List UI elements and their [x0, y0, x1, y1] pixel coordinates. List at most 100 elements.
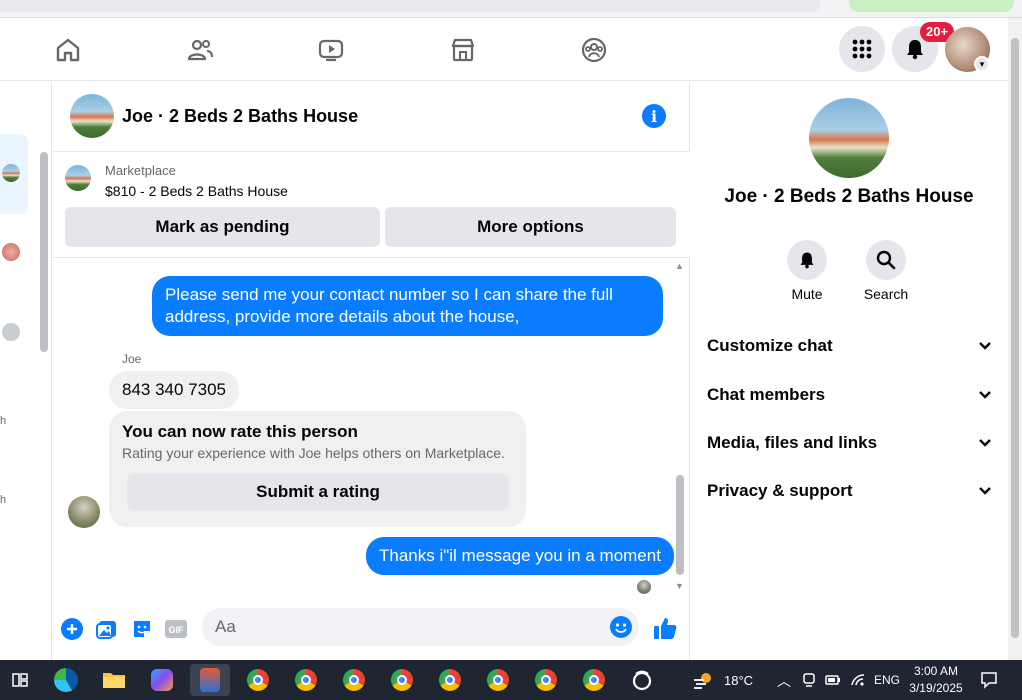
clock-date: 3/19/2025	[909, 681, 963, 695]
active-app-icon[interactable]	[190, 664, 230, 696]
marketplace-icon[interactable]	[445, 32, 481, 68]
marketplace-label: Marketplace	[105, 163, 176, 178]
chrome-icon[interactable]	[478, 664, 518, 696]
mark-as-pending-button[interactable]: Mark as pending	[65, 207, 380, 247]
rate-card-subtitle: Rating your experience with Joe helps ot…	[122, 445, 505, 461]
submit-rating-button[interactable]: Submit a rating	[127, 474, 509, 510]
rate-card-title: You can now rate this person	[122, 422, 358, 441]
media-files-links-row[interactable]: Media, files and links	[707, 427, 992, 459]
conversation-pane: Joe · 2 Beds 2 Baths House i Marketplace…	[53, 82, 690, 660]
copilot-icon[interactable]	[142, 664, 182, 696]
weather-temperature[interactable]: 18°C	[724, 673, 753, 688]
chrome-icon[interactable]	[286, 664, 326, 696]
chrome-icon[interactable]	[430, 664, 470, 696]
conversation-info-panel: Joe · 2 Beds 2 Baths House Mute Search C…	[690, 82, 1008, 660]
chat-avatar[interactable]	[2, 243, 20, 261]
battery-icon[interactable]	[820, 664, 846, 696]
sender-avatar[interactable]	[68, 496, 100, 528]
thumbs-up-icon[interactable]	[652, 615, 678, 641]
language-indicator[interactable]: ENG	[874, 673, 900, 687]
page-scrollbar[interactable]	[1008, 18, 1022, 660]
bell-icon	[907, 40, 923, 60]
home-icon[interactable]	[50, 32, 86, 68]
scroll-up-arrow-icon[interactable]: ▲	[675, 261, 684, 271]
windows-taskbar: 18°C ︿ ENG 3:00 AM 3/19/2025	[0, 660, 1022, 700]
file-explorer-icon[interactable]	[94, 664, 134, 696]
chrome-icon[interactable]	[334, 664, 374, 696]
conversation-profile-avatar[interactable]	[809, 98, 889, 178]
chevron-down-icon[interactable]: ▾	[974, 56, 990, 72]
listing-title[interactable]: $810 - 2 Beds 2 Baths House	[105, 183, 288, 199]
weather-icon[interactable]	[684, 664, 724, 696]
chevron-down-icon	[978, 336, 992, 356]
gif-label: GIF	[169, 625, 185, 635]
meet-icon[interactable]	[796, 664, 822, 696]
customize-chat-label: Customize chat	[707, 336, 833, 355]
chat-avatar[interactable]	[2, 164, 20, 182]
chevron-down-icon	[978, 385, 992, 405]
outgoing-message[interactable]: Please send me your contact number so I …	[152, 276, 663, 336]
chrome-icon[interactable]	[526, 664, 566, 696]
gif-icon[interactable]: GIF	[165, 618, 187, 640]
truncated-text: h	[0, 415, 7, 427]
chevron-down-icon	[978, 433, 992, 453]
mute-button[interactable]: Mute	[777, 240, 837, 302]
mute-label: Mute	[791, 286, 823, 302]
conversation-title[interactable]: Joe · 2 Beds 2 Baths House	[122, 106, 358, 127]
wifi-icon[interactable]	[845, 664, 871, 696]
notification-center-icon[interactable]	[976, 664, 1002, 696]
info-icon[interactable]: i	[642, 104, 666, 128]
message-list: Please send me your contact number so I …	[53, 258, 690, 598]
conversation-header: Joe · 2 Beds 2 Baths House i	[53, 82, 690, 152]
watch-icon[interactable]	[313, 32, 349, 68]
sender-name: Joe	[122, 352, 142, 366]
emoji-icon[interactable]	[610, 616, 632, 638]
conversation-avatar[interactable]	[70, 94, 114, 138]
message-input-container	[202, 608, 639, 646]
message-input[interactable]	[202, 608, 582, 646]
chat-members-row[interactable]: Chat members	[707, 379, 992, 411]
outgoing-message[interactable]: Thanks i"il message you in a moment	[366, 537, 674, 575]
truncated-text: h	[0, 494, 7, 506]
chat-members-label: Chat members	[707, 385, 826, 404]
chevron-up-icon[interactable]: ︿	[777, 671, 791, 691]
bell-icon	[787, 240, 827, 280]
search-conversation-button[interactable]: Search	[856, 240, 916, 302]
message-scrollbar-thumb[interactable]	[676, 475, 684, 575]
address-bar-edge	[0, 0, 820, 12]
default-avatar-icon[interactable]	[2, 323, 20, 341]
incoming-message[interactable]: 843 340 7305	[109, 371, 239, 409]
read-receipt-avatar	[637, 580, 651, 594]
media-files-links-label: Media, files and links	[707, 433, 878, 452]
plus-icon[interactable]	[61, 618, 83, 640]
search-icon	[866, 240, 906, 280]
photo-icon[interactable]	[96, 618, 118, 640]
profile-pill[interactable]	[849, 0, 1014, 12]
search-label: Search	[863, 286, 909, 302]
groups-icon[interactable]	[576, 32, 612, 68]
circle-app-icon[interactable]	[622, 664, 662, 696]
chat-list-scrollbar[interactable]	[40, 152, 48, 352]
menu-grid-button[interactable]	[839, 26, 885, 72]
task-view-icon[interactable]	[0, 664, 40, 696]
friends-icon[interactable]	[182, 32, 218, 68]
page-scrollbar-thumb[interactable]	[1011, 38, 1019, 638]
more-options-button[interactable]: More options	[385, 207, 676, 247]
privacy-support-row[interactable]: Privacy & support	[707, 475, 992, 507]
message-composer: GIF	[53, 598, 690, 660]
menu-grid-icon	[852, 39, 872, 59]
chevron-down-icon	[978, 481, 992, 501]
privacy-support-label: Privacy & support	[707, 481, 853, 500]
customize-chat-row[interactable]: Customize chat	[707, 330, 992, 362]
chat-list-sliver: h h	[0, 82, 52, 660]
listing-thumbnail[interactable]	[65, 165, 91, 191]
chrome-icon[interactable]	[238, 664, 278, 696]
sticker-icon[interactable]	[131, 618, 153, 640]
scroll-down-arrow-icon[interactable]: ▼	[675, 581, 684, 591]
chrome-icon[interactable]	[574, 664, 614, 696]
system-clock[interactable]: 3:00 AM 3/19/2025	[906, 663, 966, 697]
chrome-icon[interactable]	[382, 664, 422, 696]
clock-time: 3:00 AM	[913, 664, 959, 678]
conversation-profile-name[interactable]: Joe · 2 Beds 2 Baths House	[690, 186, 1008, 208]
edge-icon[interactable]	[46, 664, 86, 696]
